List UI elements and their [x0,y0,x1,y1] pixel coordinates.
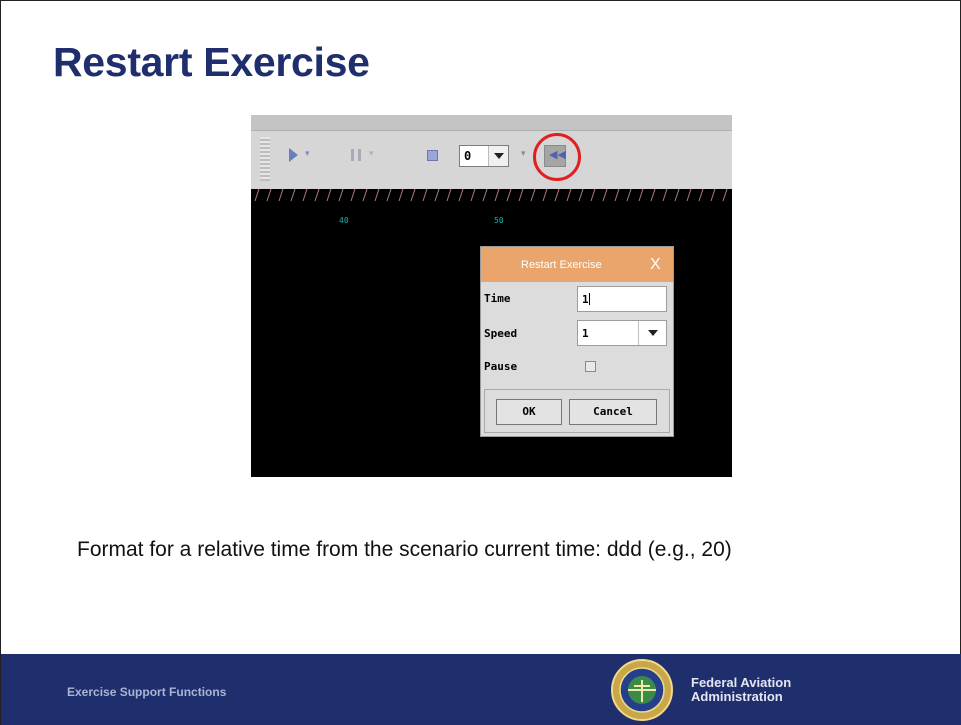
chevron-down-icon [494,153,504,159]
faa-seal-logo [611,659,673,721]
pause-dropdown-icon[interactable]: ▾ [369,149,374,159]
faa-name: Federal Aviation Administration [691,676,791,704]
dialog-title-bar[interactable]: Restart Exercise X [481,247,673,282]
ruler-ticks [254,189,728,202]
pause-label: Pause [484,360,518,373]
cancel-button[interactable]: Cancel [569,399,657,425]
highlight-circle [533,133,581,181]
play-dropdown-icon[interactable]: ▾ [305,149,310,159]
stop-icon[interactable] [427,150,438,161]
slide-title: Restart Exercise [53,39,370,85]
toolbar-grip-handle[interactable] [260,137,270,181]
time-input-value: 1 [582,293,590,306]
time-input[interactable]: 1 [577,286,667,312]
ok-button[interactable]: OK [496,399,562,425]
speed-dropdown-icon[interactable]: ▾ [521,149,526,159]
slide-footer: Exercise Support Functions Federal Aviat… [1,654,961,725]
faa-name-line2: Administration [691,689,783,704]
speed-select-arrow-button[interactable] [488,146,508,166]
speed-combobox-arrow-button[interactable] [638,321,666,345]
toolbar-top-strip [251,115,732,131]
time-label: Time [484,292,511,305]
dialog-button-bar: OK Cancel [484,389,670,433]
faa-name-line1: Federal Aviation [691,675,792,690]
ruler-label-50: 50 [494,216,504,225]
chevron-down-icon [648,330,658,336]
speed-select-value: 0 [464,149,472,163]
application-screenshot: ▾ ▾ 0 ▾ ◀◀ 40 50 Restart Exercise X Time… [251,115,732,477]
pause-icon[interactable] [351,149,361,161]
pause-checkbox[interactable] [585,361,596,372]
restart-exercise-dialog: Restart Exercise X Time 1 Speed 1 Pause … [480,246,674,437]
speed-combobox[interactable]: 1 [577,320,667,346]
footer-section-title: Exercise Support Functions [67,685,227,699]
speed-combobox-value: 1 [582,327,589,340]
time-ruler [251,189,732,203]
dialog-title: Restart Exercise [521,259,602,271]
play-icon[interactable] [289,148,298,162]
simulation-toolbar: ▾ ▾ 0 ▾ ◀◀ [251,115,732,189]
speed-select[interactable]: 0 [459,145,509,167]
speed-label: Speed [484,327,518,340]
slide-caption: Format for a relative time from the scen… [77,538,732,561]
ruler-label-40: 40 [339,216,349,225]
slide: Restart Exercise ▾ ▾ 0 ▾ ◀◀ 40 50 Restar… [0,0,961,725]
close-icon[interactable]: X [650,256,661,274]
